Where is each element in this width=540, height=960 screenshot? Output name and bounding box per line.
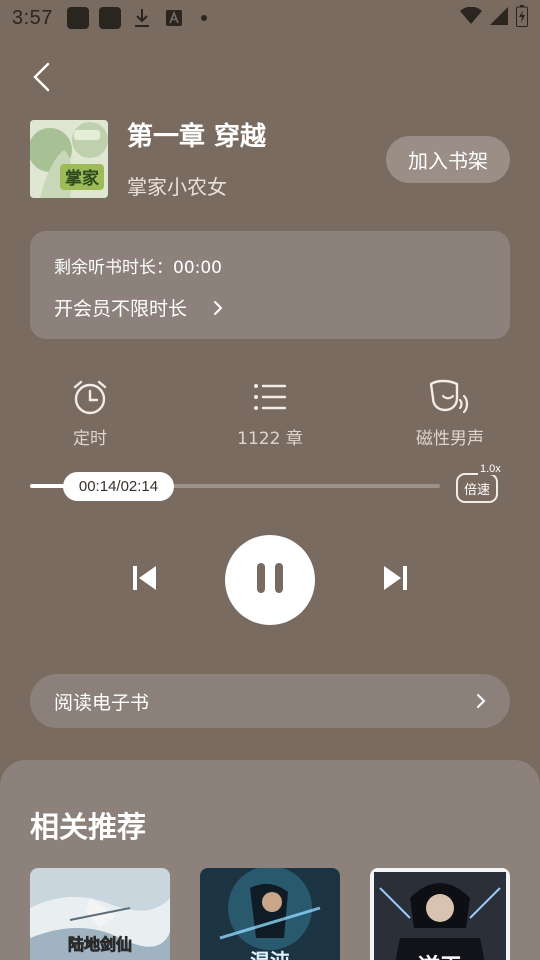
system-icons [460,4,528,32]
remaining-time-label: 剩余听书时长：00:00 [54,258,222,278]
timer-label: 定时 [73,429,107,449]
back-button[interactable] [26,62,56,96]
chapter-list-icon [249,376,291,418]
chapter-title: 第一章 穿越 [127,122,267,152]
cover-title-text: 掌家 [65,168,99,189]
recommend-title: 相关推荐 [30,810,147,844]
add-to-shelf-button[interactable]: 加入书架 [386,136,510,183]
vip-upgrade-link[interactable]: 开会员不限时长 [54,294,223,321]
voice-select-button[interactable]: 磁性男声 [390,376,510,449]
signal-icon [490,6,508,30]
app-notification-icon [66,7,89,29]
speed-value: 1.0x [478,463,503,475]
speed-label: 倍速 [456,473,498,503]
speed-button[interactable]: 倍速 1.0x [456,463,504,505]
notification-icons [66,7,207,29]
vip-card: 剩余听书时长：00:00 开会员不限时长 [30,231,510,339]
voice-icon [429,376,471,418]
dot-icon [200,15,207,21]
recommend-cover-text: 混沌 [250,949,290,960]
recommend-book[interactable]: 陆地剑仙 [30,868,170,960]
pause-icon [255,562,285,598]
recommend-book[interactable]: 混沌 [200,868,340,960]
chevron-left-icon [32,62,50,96]
battery-icon [516,4,528,32]
vip-upgrade-label: 开会员不限时长 [54,298,188,320]
recommend-cover-text: 逆天 [418,954,463,960]
chapter-list-button[interactable]: 1122 章 [210,376,330,449]
previous-chapter-button[interactable] [130,563,160,597]
skip-next-icon [382,564,408,596]
download-icon [131,7,153,29]
alarm-clock-icon [69,376,111,418]
status-bar: 3:57 [0,0,540,36]
app-notification-icon [98,7,121,29]
skip-previous-icon [132,564,158,596]
chevron-right-icon [476,693,486,709]
status-time: 3:57 [12,6,53,29]
recommend-book[interactable]: 逆天 [370,868,510,960]
chapter-count-label: 1122 章 [237,429,303,449]
progress-thumb[interactable]: 00:14/02:14 [63,472,174,501]
wifi-icon [460,6,482,30]
recommend-panel: 相关推荐 陆地剑仙 混沌 逆天 [0,760,540,960]
read-ebook-button[interactable]: 阅读电子书 [30,674,510,728]
timer-button[interactable]: 定时 [30,376,150,449]
book-author: 掌家小农女 [127,175,227,199]
chevron-right-icon [213,300,223,316]
recommend-cover-text: 陆地剑仙 [68,935,132,954]
next-chapter-button[interactable] [380,563,410,597]
pause-button[interactable] [225,535,315,625]
font-icon [163,7,185,29]
voice-label: 磁性男声 [416,429,484,449]
read-ebook-label: 阅读电子书 [54,691,150,714]
book-cover[interactable]: 掌家 [30,120,108,198]
